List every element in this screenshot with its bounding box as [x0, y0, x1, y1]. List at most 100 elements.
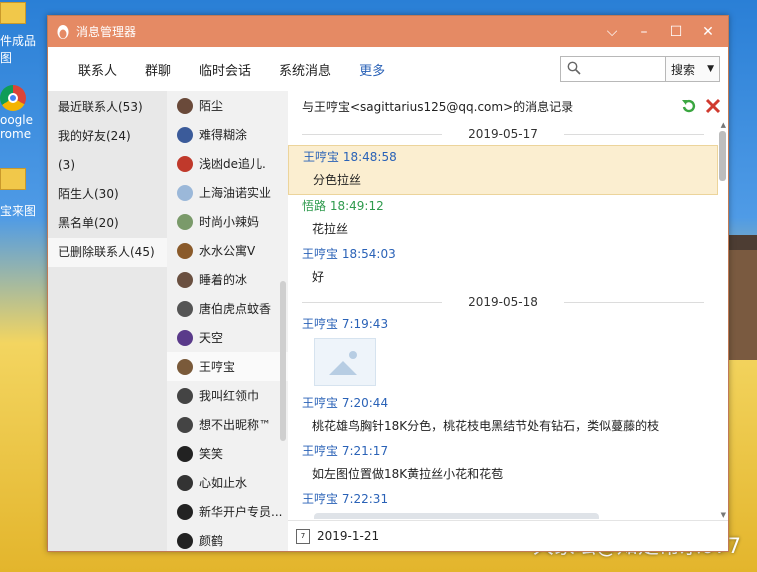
contact-item[interactable]: 笑笑	[167, 439, 288, 468]
message-content: 桃花雄鸟胸针18K分色，桃花枝电黑结节处有钻石，类似蔓藤的枝	[312, 419, 660, 433]
avatar-icon	[177, 532, 193, 549]
minimize-button[interactable]: –	[628, 24, 660, 40]
tab-groups[interactable]: 群聊	[131, 60, 185, 79]
refresh-icon[interactable]	[680, 97, 698, 115]
category-recent[interactable]: 最近联系人(53)	[48, 93, 167, 122]
avatar-icon	[177, 213, 193, 230]
message-sender: 王哼宝 7:21:17	[302, 444, 389, 458]
avatar-icon	[177, 155, 193, 172]
tab-temp-chat[interactable]: 临时会话	[185, 60, 265, 79]
message-item[interactable]: 王哼宝 7:22:31	[288, 488, 718, 519]
tab-system-messages[interactable]: 系统消息	[265, 60, 345, 79]
contact-item[interactable]: 天空	[167, 323, 288, 352]
date-footer: 7 2019-1-21	[288, 520, 728, 551]
folder-icon	[0, 168, 26, 190]
contact-item[interactable]: 新华开户专员...	[167, 497, 288, 526]
avatar-icon	[177, 184, 193, 201]
folder-icon	[0, 2, 26, 24]
avatar-icon	[177, 300, 193, 317]
scroll-up-arrow-icon[interactable]: ▲	[721, 121, 726, 129]
contact-item[interactable]: 时尚小辣妈	[167, 207, 288, 236]
contact-name: 水水公寓V	[199, 244, 256, 258]
contact-item[interactable]: 陌尘	[167, 91, 288, 120]
contact-item[interactable]: 唐伯虎点蚊香	[167, 294, 288, 323]
contact-name: 时尚小辣妈	[199, 215, 260, 229]
search-icon	[567, 61, 581, 75]
category-unnamed[interactable]: (3)	[48, 151, 167, 180]
desktop-icon-chrome[interactable]: oogle rome	[0, 85, 46, 141]
contact-item[interactable]: 上海油诺实业	[167, 178, 288, 207]
message-item[interactable]: 悟路 18:49:12 花拉丝	[288, 195, 718, 243]
contact-name: 上海油诺实业	[199, 186, 272, 200]
category-blacklist[interactable]: 黑名单(20)	[48, 209, 167, 238]
image-attachment[interactable]	[314, 513, 599, 519]
message-panel: 与王哼宝<sagittarius125@qq.com>的消息记录 2019-05…	[288, 91, 728, 551]
calendar-icon[interactable]: 7	[296, 528, 310, 544]
message-item[interactable]: 王哼宝 18:48:58 分色拉丝	[288, 145, 718, 195]
desktop-icon-label: oogle rome	[0, 113, 34, 141]
desktop-icon-label: 件成品图	[0, 34, 37, 65]
desktop-icon-label: 宝来图	[0, 204, 37, 218]
avatar-icon	[177, 329, 193, 346]
category-strangers[interactable]: 陌生人(30)	[48, 180, 167, 209]
close-button[interactable]: ✕	[692, 24, 724, 40]
desktop-icon-folder-1[interactable]: 件成品图	[0, 2, 46, 66]
contact-name: 浅凼de追儿.	[199, 157, 266, 171]
contact-list-scrollbar[interactable]	[280, 281, 286, 441]
message-sender: 王哼宝 7:19:43	[302, 317, 389, 331]
desktop-icon-folder-2[interactable]: 宝来图	[0, 168, 46, 219]
dropdown-icon[interactable]: ⌵	[596, 24, 628, 40]
contact-item[interactable]: 难得糊涂	[167, 120, 288, 149]
contact-item[interactable]: 我叫红领巾	[167, 381, 288, 410]
footer-date[interactable]: 2019-1-21	[317, 529, 379, 543]
avatar-icon	[177, 242, 193, 259]
contact-name: 睡着的冰	[199, 273, 248, 287]
message-header: 与王哼宝<sagittarius125@qq.com>的消息记录	[288, 91, 728, 121]
qq-penguin-icon	[57, 24, 69, 39]
message-item[interactable]: 王哼宝 7:20:44 桃花雄鸟胸针18K分色，桃花枝电黑结节处有钻石，类似蔓藤…	[288, 392, 718, 440]
message-item[interactable]: 王哼宝 18:54:03 好	[288, 243, 718, 291]
message-manager-window: 消息管理器 ⌵ – ☐ ✕ 联系人 群聊 临时会话 系统消息 更多 搜索 ▼ 最…	[47, 15, 729, 552]
message-sender: 王哼宝 7:20:44	[302, 396, 389, 410]
contact-item[interactable]: 想不出昵称™	[167, 410, 288, 439]
contact-item[interactable]: 水水公寓V	[167, 236, 288, 265]
category-deleted[interactable]: 已删除联系人(45)	[48, 238, 167, 267]
message-item[interactable]: 王哼宝 7:19:43	[288, 313, 718, 392]
tab-more[interactable]: 更多	[345, 60, 399, 79]
top-menu: 联系人 群聊 临时会话 系统消息 更多 搜索 ▼	[48, 47, 728, 92]
contact-name: 陌尘	[199, 99, 224, 113]
contact-name: 我叫红领巾	[199, 389, 260, 403]
contact-item[interactable]: 睡着的冰	[167, 265, 288, 294]
avatar-icon	[177, 474, 193, 491]
message-content: 如左图位置做18K黄拉丝小花和花苞	[312, 467, 504, 481]
message-content: 花拉丝	[312, 222, 349, 236]
message-sender: 王哼宝 7:22:31	[302, 492, 389, 506]
avatar-icon	[177, 97, 193, 114]
contact-item[interactable]: 颜鹤	[167, 526, 288, 551]
avatar-icon	[177, 358, 193, 375]
tab-contacts[interactable]: 联系人	[64, 60, 131, 79]
message-scrollbar[interactable]	[719, 131, 726, 181]
avatar-icon	[177, 503, 193, 520]
image-placeholder-icon[interactable]	[314, 338, 376, 386]
contact-item[interactable]: 心如止水	[167, 468, 288, 497]
message-content: 好	[312, 270, 325, 284]
title-bar[interactable]: 消息管理器 ⌵ – ☐ ✕	[48, 16, 728, 47]
delete-icon[interactable]	[704, 97, 722, 115]
scroll-down-arrow-icon[interactable]: ▼	[721, 511, 726, 519]
search-button[interactable]: 搜索 ▼	[666, 57, 719, 81]
message-sender: 悟路 18:49:12	[302, 199, 384, 213]
message-sender: 王哼宝 18:54:03	[302, 247, 396, 261]
contact-item[interactable]: 王哼宝	[167, 352, 288, 381]
maximize-button[interactable]: ☐	[660, 24, 692, 40]
avatar-icon	[177, 126, 193, 143]
avatar-icon	[177, 445, 193, 462]
contact-name: 笑笑	[199, 447, 224, 461]
search-button-label: 搜索	[671, 62, 696, 77]
contact-item[interactable]: 浅凼de追儿.	[167, 149, 288, 178]
chrome-icon	[0, 85, 26, 111]
category-friends[interactable]: 我的好友(24)	[48, 122, 167, 151]
message-item[interactable]: 王哼宝 7:21:17 如左图位置做18K黄拉丝小花和花苞	[288, 440, 718, 488]
search-input[interactable]	[561, 57, 666, 81]
avatar-icon	[177, 416, 193, 433]
